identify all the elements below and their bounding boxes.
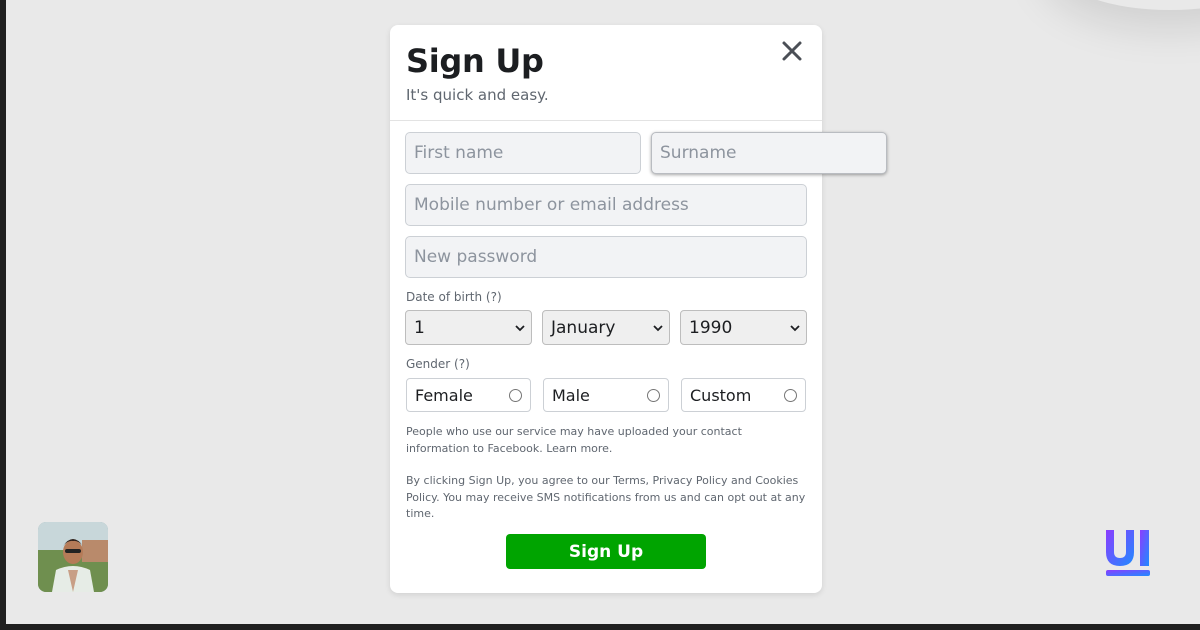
avatar[interactable] bbox=[38, 522, 108, 592]
gender-male-label: Male bbox=[552, 385, 590, 405]
surname-input[interactable]: Surname bbox=[651, 132, 887, 174]
modal-title: Sign Up bbox=[406, 42, 544, 80]
signup-button[interactable]: Sign Up bbox=[506, 534, 706, 569]
contact-input[interactable]: Mobile number or email address bbox=[405, 184, 807, 226]
gender-option-female[interactable]: Female bbox=[406, 378, 531, 412]
radio-male[interactable] bbox=[647, 388, 660, 402]
radio-custom[interactable] bbox=[784, 388, 797, 402]
chevron-down-icon bbox=[653, 324, 663, 331]
dob-month-value: January bbox=[551, 317, 616, 338]
password-input[interactable]: New password bbox=[405, 236, 807, 278]
dob-day-select[interactable]: 1 bbox=[405, 310, 532, 345]
dob-day-value: 1 bbox=[414, 317, 425, 338]
dob-year-value: 1990 bbox=[689, 317, 733, 338]
dob-month-select[interactable]: January bbox=[542, 310, 670, 345]
contact-placeholder: Mobile number or email address bbox=[414, 195, 689, 215]
gender-option-male[interactable]: Male bbox=[543, 378, 669, 412]
terms-notice: By clicking Sign Up, you agree to our Te… bbox=[406, 474, 806, 520]
first-name-placeholder: First name bbox=[414, 143, 504, 163]
gender-female-label: Female bbox=[415, 385, 473, 405]
modal-header: Sign Up It's quick and easy. bbox=[390, 25, 822, 121]
ui-logo bbox=[1102, 526, 1154, 580]
contact-info-notice: People who use our service may have uplo… bbox=[406, 425, 742, 455]
radio-female[interactable] bbox=[509, 388, 522, 402]
dob-label: Date of birth (?) bbox=[406, 290, 502, 304]
gender-label: Gender (?) bbox=[406, 357, 470, 371]
page-background: Sign Up It's quick and easy. First name … bbox=[6, 0, 1200, 624]
modal-subtitle: It's quick and easy. bbox=[406, 86, 549, 104]
signup-modal: Sign Up It's quick and easy. First name … bbox=[390, 25, 887, 593]
dob-year-select[interactable]: 1990 bbox=[680, 310, 807, 345]
chevron-down-icon bbox=[515, 324, 525, 331]
gender-option-custom[interactable]: Custom bbox=[681, 378, 806, 412]
decorative-shadow bbox=[1060, 0, 1200, 10]
surname-placeholder: Surname bbox=[660, 143, 737, 163]
password-placeholder: New password bbox=[414, 247, 538, 267]
close-icon[interactable] bbox=[780, 39, 804, 63]
first-name-input[interactable]: First name bbox=[405, 132, 641, 174]
chevron-down-icon bbox=[790, 324, 800, 331]
gender-custom-label: Custom bbox=[690, 385, 752, 405]
